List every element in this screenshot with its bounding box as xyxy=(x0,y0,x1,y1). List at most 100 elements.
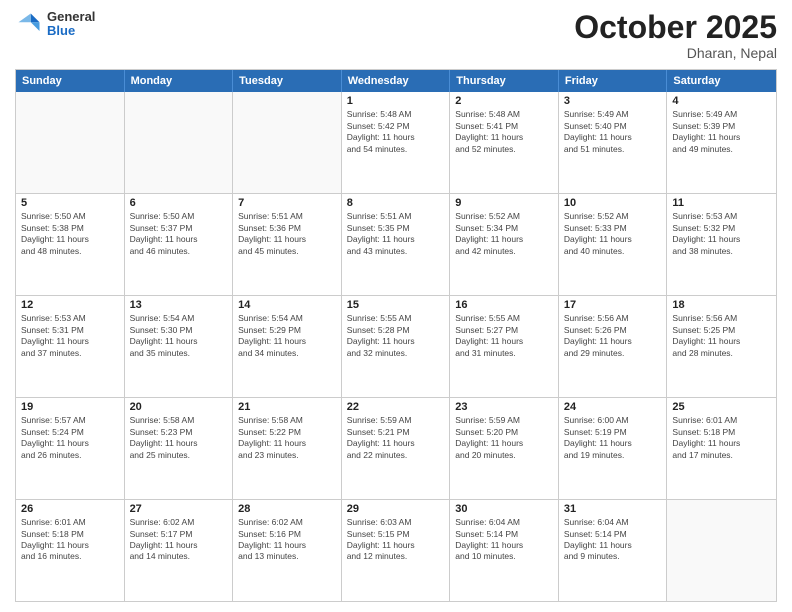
cell-info: Sunrise: 5:59 AMSunset: 5:20 PMDaylight:… xyxy=(455,415,553,461)
cell-info: Sunrise: 6:01 AMSunset: 5:18 PMDaylight:… xyxy=(672,415,771,461)
calendar-cell: 19 Sunrise: 5:57 AMSunset: 5:24 PMDayligh… xyxy=(16,398,125,499)
cell-info: Sunrise: 5:51 AMSunset: 5:36 PMDaylight:… xyxy=(238,211,336,257)
day-number: 25 xyxy=(672,401,771,413)
day-number: 10 xyxy=(564,197,662,209)
calendar-cell xyxy=(16,92,125,193)
day-number: 16 xyxy=(455,299,553,311)
cell-info: Sunrise: 5:48 AMSunset: 5:42 PMDaylight:… xyxy=(347,109,445,155)
calendar-cell: 30 Sunrise: 6:04 AMSunset: 5:14 PMDayligh… xyxy=(450,500,559,601)
day-number: 27 xyxy=(130,503,228,515)
header-cell-monday: Monday xyxy=(125,70,234,92)
cell-info: Sunrise: 5:54 AMSunset: 5:29 PMDaylight:… xyxy=(238,313,336,359)
calendar-cell: 1Sunrise: 5:48 AMSunset: 5:42 PMDaylight… xyxy=(342,92,451,193)
calendar-cell: 15 Sunrise: 5:55 AMSunset: 5:28 PMDayligh… xyxy=(342,296,451,397)
header-cell-wednesday: Wednesday xyxy=(342,70,451,92)
day-number: 11 xyxy=(672,197,771,209)
header: General Blue October 2025 Dharan, Nepal xyxy=(15,10,777,61)
day-number: 3 xyxy=(564,95,662,107)
calendar-cell: 6Sunrise: 5:50 AMSunset: 5:37 PMDaylight… xyxy=(125,194,234,295)
header-cell-thursday: Thursday xyxy=(450,70,559,92)
cell-info: Sunrise: 5:55 AMSunset: 5:27 PMDaylight:… xyxy=(455,313,553,359)
calendar-cell: 10 Sunrise: 5:52 AMSunset: 5:33 PMDayligh… xyxy=(559,194,668,295)
logo-text: General Blue xyxy=(47,10,95,39)
calendar-cell: 9 Sunrise: 5:52 AMSunset: 5:34 PMDaylight… xyxy=(450,194,559,295)
title-block: October 2025 Dharan, Nepal xyxy=(574,10,777,61)
calendar-cell: 3 Sunrise: 5:49 AMSunset: 5:40 PMDaylight… xyxy=(559,92,668,193)
calendar-cell: 8 Sunrise: 5:51 AMSunset: 5:35 PMDaylight… xyxy=(342,194,451,295)
calendar-row-2: 5 Sunrise: 5:50 AMSunset: 5:38 PMDaylight… xyxy=(16,193,776,295)
calendar-cell xyxy=(667,500,776,601)
page: General Blue October 2025 Dharan, Nepal … xyxy=(0,0,792,612)
day-number: 22 xyxy=(347,401,445,413)
day-number: 31 xyxy=(564,503,662,515)
day-number: 14 xyxy=(238,299,336,311)
cell-info: Sunrise: 5:53 AMSunset: 5:32 PMDaylight:… xyxy=(672,211,771,257)
calendar-cell: 23 Sunrise: 5:59 AMSunset: 5:20 PMDayligh… xyxy=(450,398,559,499)
cell-info: Sunrise: 5:49 AMSunset: 5:40 PMDaylight:… xyxy=(564,109,662,155)
calendar-cell: 12 Sunrise: 5:53 AMSunset: 5:31 PMDayligh… xyxy=(16,296,125,397)
calendar-cell: 25 Sunrise: 6:01 AMSunset: 5:18 PMDayligh… xyxy=(667,398,776,499)
cell-info: Sunrise: 5:53 AMSunset: 5:31 PMDaylight:… xyxy=(21,313,119,359)
calendar-cell: 20Sunrise: 5:58 AMSunset: 5:23 PMDayligh… xyxy=(125,398,234,499)
cell-info: Sunrise: 6:04 AMSunset: 5:14 PMDaylight:… xyxy=(564,517,662,563)
calendar-cell: 21 Sunrise: 5:58 AMSunset: 5:22 PMDayligh… xyxy=(233,398,342,499)
calendar-row-5: 26Sunrise: 6:01 AMSunset: 5:18 PMDayligh… xyxy=(16,499,776,601)
cell-info: Sunrise: 6:03 AMSunset: 5:15 PMDaylight:… xyxy=(347,517,445,563)
cell-info: Sunrise: 5:56 AMSunset: 5:26 PMDaylight:… xyxy=(564,313,662,359)
cell-info: Sunrise: 5:52 AMSunset: 5:34 PMDaylight:… xyxy=(455,211,553,257)
day-number: 8 xyxy=(347,197,445,209)
day-number: 20 xyxy=(130,401,228,413)
header-cell-friday: Friday xyxy=(559,70,668,92)
cell-info: Sunrise: 5:48 AMSunset: 5:41 PMDaylight:… xyxy=(455,109,553,155)
calendar-cell: 14 Sunrise: 5:54 AMSunset: 5:29 PMDayligh… xyxy=(233,296,342,397)
cell-info: Sunrise: 6:04 AMSunset: 5:14 PMDaylight:… xyxy=(455,517,553,563)
calendar-cell: 7Sunrise: 5:51 AMSunset: 5:36 PMDaylight… xyxy=(233,194,342,295)
day-number: 15 xyxy=(347,299,445,311)
calendar-cell: 24Sunrise: 6:00 AMSunset: 5:19 PMDayligh… xyxy=(559,398,668,499)
cell-info: Sunrise: 5:49 AMSunset: 5:39 PMDaylight:… xyxy=(672,109,771,155)
calendar-header: SundayMondayTuesdayWednesdayThursdayFrid… xyxy=(16,70,776,92)
cell-info: Sunrise: 5:58 AMSunset: 5:22 PMDaylight:… xyxy=(238,415,336,461)
day-number: 13 xyxy=(130,299,228,311)
calendar-cell: 22Sunrise: 5:59 AMSunset: 5:21 PMDayligh… xyxy=(342,398,451,499)
calendar-cell: 2Sunrise: 5:48 AMSunset: 5:41 PMDaylight… xyxy=(450,92,559,193)
cell-info: Sunrise: 6:02 AMSunset: 5:17 PMDaylight:… xyxy=(130,517,228,563)
calendar-row-3: 12 Sunrise: 5:53 AMSunset: 5:31 PMDayligh… xyxy=(16,295,776,397)
day-number: 9 xyxy=(455,197,553,209)
calendar-cell: 4 Sunrise: 5:49 AMSunset: 5:39 PMDaylight… xyxy=(667,92,776,193)
cell-info: Sunrise: 5:50 AMSunset: 5:38 PMDaylight:… xyxy=(21,211,119,257)
header-cell-saturday: Saturday xyxy=(667,70,776,92)
calendar-cell: 16 Sunrise: 5:55 AMSunset: 5:27 PMDayligh… xyxy=(450,296,559,397)
day-number: 23 xyxy=(455,401,553,413)
calendar-cell: 17 Sunrise: 5:56 AMSunset: 5:26 PMDayligh… xyxy=(559,296,668,397)
day-number: 6 xyxy=(130,197,228,209)
cell-info: Sunrise: 5:54 AMSunset: 5:30 PMDaylight:… xyxy=(130,313,228,359)
calendar-cell: 11 Sunrise: 5:53 AMSunset: 5:32 PMDayligh… xyxy=(667,194,776,295)
day-number: 26 xyxy=(21,503,119,515)
cell-info: Sunrise: 5:51 AMSunset: 5:35 PMDaylight:… xyxy=(347,211,445,257)
cell-info: Sunrise: 5:52 AMSunset: 5:33 PMDaylight:… xyxy=(564,211,662,257)
day-number: 21 xyxy=(238,401,336,413)
day-number: 18 xyxy=(672,299,771,311)
logo-general-text: General xyxy=(47,10,95,24)
calendar-cell: 18 Sunrise: 5:56 AMSunset: 5:25 PMDayligh… xyxy=(667,296,776,397)
day-number: 5 xyxy=(21,197,119,209)
day-number: 30 xyxy=(455,503,553,515)
calendar-cell: 5 Sunrise: 5:50 AMSunset: 5:38 PMDaylight… xyxy=(16,194,125,295)
cell-info: Sunrise: 5:56 AMSunset: 5:25 PMDaylight:… xyxy=(672,313,771,359)
day-number: 17 xyxy=(564,299,662,311)
location: Dharan, Nepal xyxy=(574,45,777,61)
logo-blue-text: Blue xyxy=(47,24,95,38)
day-number: 28 xyxy=(238,503,336,515)
calendar-body: 1Sunrise: 5:48 AMSunset: 5:42 PMDaylight… xyxy=(16,92,776,601)
day-number: 4 xyxy=(672,95,771,107)
logo: General Blue xyxy=(15,10,95,39)
calendar-cell: 27 Sunrise: 6:02 AMSunset: 5:17 PMDayligh… xyxy=(125,500,234,601)
month-title: October 2025 xyxy=(574,10,777,45)
day-number: 29 xyxy=(347,503,445,515)
cell-info: Sunrise: 5:57 AMSunset: 5:24 PMDaylight:… xyxy=(21,415,119,461)
header-cell-sunday: Sunday xyxy=(16,70,125,92)
cell-info: Sunrise: 5:55 AMSunset: 5:28 PMDaylight:… xyxy=(347,313,445,359)
day-number: 19 xyxy=(21,401,119,413)
day-number: 12 xyxy=(21,299,119,311)
